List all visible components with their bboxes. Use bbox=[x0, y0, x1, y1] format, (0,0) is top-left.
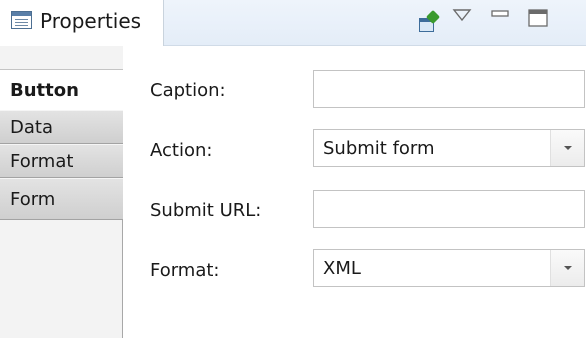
tab-label: Data bbox=[10, 116, 53, 138]
properties-view-tab[interactable]: Properties bbox=[0, 0, 164, 46]
minimize-icon[interactable] bbox=[490, 8, 514, 32]
properties-view-icon bbox=[11, 11, 32, 29]
format-label: Format: bbox=[150, 260, 220, 281]
chevron-down-icon[interactable] bbox=[550, 250, 584, 286]
tab-form[interactable]: Form bbox=[0, 178, 123, 220]
action-label: Action: bbox=[150, 140, 213, 161]
pin-editor-icon[interactable] bbox=[418, 9, 442, 36]
submit-url-label: Submit URL: bbox=[150, 200, 262, 221]
view-header: Properties bbox=[0, 0, 586, 46]
action-value: Submit form bbox=[323, 137, 435, 159]
tab-label: Format bbox=[10, 150, 74, 172]
view-tab-bar bbox=[164, 0, 586, 46]
tab-label: Form bbox=[10, 188, 56, 210]
action-select[interactable]: Submit form bbox=[313, 129, 585, 167]
tab-label: Button bbox=[10, 80, 79, 101]
category-tab-strip: Button Data Format Form bbox=[0, 46, 124, 338]
view-title: Properties bbox=[40, 9, 142, 33]
chevron-down-icon[interactable] bbox=[550, 130, 584, 166]
tab-format[interactable]: Format bbox=[0, 144, 123, 178]
view-menu-icon[interactable] bbox=[452, 8, 476, 32]
submit-url-input[interactable] bbox=[313, 190, 585, 228]
tab-button[interactable]: Button bbox=[0, 70, 124, 110]
tab-data[interactable]: Data bbox=[0, 110, 123, 144]
format-value: XML bbox=[323, 257, 361, 279]
caption-input[interactable] bbox=[313, 70, 585, 108]
button-properties-form: Caption: Action: Submit form Submit URL:… bbox=[124, 46, 586, 338]
maximize-icon[interactable] bbox=[527, 8, 551, 32]
tab-strip-spacer bbox=[0, 46, 123, 70]
format-select[interactable]: XML bbox=[313, 249, 585, 287]
caption-label: Caption: bbox=[150, 80, 226, 101]
